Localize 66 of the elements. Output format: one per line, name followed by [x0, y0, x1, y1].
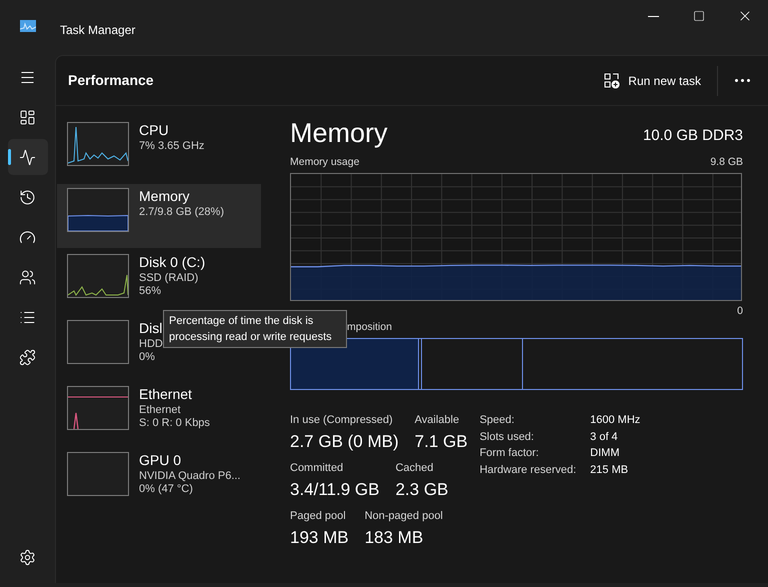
run-new-task-button[interactable]: Run new task	[594, 66, 711, 96]
window-title: Task Manager	[60, 22, 136, 39]
composition-label: mposition	[347, 320, 392, 334]
usage-graph	[67, 320, 129, 364]
device-name: CPU	[139, 122, 170, 140]
settings-icon	[19, 548, 36, 566]
usage-graph	[67, 452, 129, 496]
stat-label: Cached	[395, 461, 434, 476]
device-item[interactable]: CPU 7% 3.65 GHz	[57, 118, 261, 182]
property-value: 1600 MHz	[590, 413, 640, 428]
device-name: Disk 0 (C:)	[139, 254, 206, 272]
page-title: Performance	[68, 71, 154, 90]
axis-max-label: 9.8 GB	[710, 155, 743, 170]
device-detail: 0%	[139, 351, 156, 365]
history-icon	[19, 188, 36, 206]
users-icon	[19, 268, 36, 286]
property-value: DIMM	[590, 446, 620, 462]
stat-value: 2.7 GB (0 MB)	[290, 430, 399, 453]
device-name: Memory	[139, 188, 191, 206]
device-detail: 56%	[139, 285, 162, 299]
device-detail: 7% 3.65 GHz	[139, 140, 204, 154]
device-name: GPU 0	[139, 452, 182, 470]
stat-label: Available	[414, 413, 460, 428]
stat-value: 2.3 GB	[395, 478, 448, 501]
new-task-icon	[604, 72, 620, 88]
axis-min-label: 0	[737, 304, 743, 319]
more-icon	[734, 79, 750, 82]
maximize-icon	[693, 10, 705, 22]
device-detail: S: 0 R: 0 Kbps	[139, 417, 210, 431]
nav-button[interactable]	[8, 139, 48, 175]
device-detail: 2.7/9.8 GB (28%)	[139, 206, 224, 220]
stat-value: 7.1 GB	[414, 430, 468, 453]
property-value: 215 MB	[590, 462, 630, 478]
property-label: Speed:	[480, 413, 516, 428]
usage-graph	[67, 254, 129, 298]
detail-title: Memory	[290, 120, 388, 147]
usage-graph	[67, 188, 129, 232]
device-item[interactable]: Ethernet Ethernet S: 0 R: 0 Kbps	[57, 382, 261, 446]
device-detail: NVIDIA Quadro P6...	[139, 470, 240, 484]
app-icon	[20, 20, 36, 32]
device-item[interactable]: Memory 2.7/9.8 GB (28%)	[57, 184, 261, 248]
device-detail: 0% (47 °C)	[139, 483, 194, 497]
device-name: Disl	[139, 320, 163, 338]
stat-label: Paged pool	[290, 509, 347, 524]
stat-label: In use (Compressed)	[290, 413, 394, 428]
usage-graph	[67, 386, 129, 430]
stat-value: 3.4/11.9 GB	[290, 478, 380, 501]
device-detail: SSD (RAID)	[139, 272, 200, 286]
property-value: 3 of 4	[590, 430, 619, 445]
stat-value: 193 MB	[290, 526, 349, 549]
device-detail: Ethernet	[139, 404, 182, 418]
active-indicator	[8, 149, 10, 165]
device-item[interactable]: GPU 0 NVIDIA Quadro P6... 0% (47 °C)	[57, 448, 261, 512]
device-detail: HDD	[139, 338, 163, 352]
property-label: Hardware reserved:	[480, 462, 576, 478]
usage-graph	[67, 122, 129, 166]
stat-label: Non-paged pool	[364, 509, 443, 524]
tooltip: Percentage of time the disk is processing read or write requests	[163, 310, 347, 348]
property-label: Slots used:	[480, 430, 535, 445]
stat-value: 183 MB	[364, 526, 424, 549]
performance-icon	[19, 148, 36, 166]
device-name: Ethernet	[139, 386, 193, 404]
stat-label: Committed	[290, 461, 344, 476]
property-label: Form factor:	[480, 446, 540, 462]
chart-label: Memory usage	[290, 155, 360, 170]
memory-spec: 10.0 GB DDR3	[642, 126, 743, 146]
